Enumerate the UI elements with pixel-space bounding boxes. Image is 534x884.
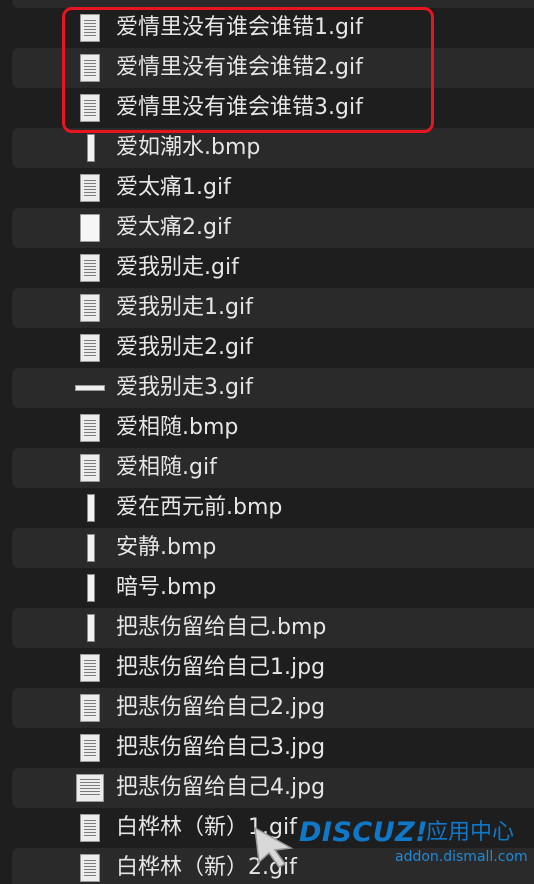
file-name: 爱我别走1.gif [116, 295, 253, 320]
file-thumbnail-icon [87, 614, 95, 642]
file-thumbnail-icon [80, 174, 100, 202]
file-name: 把悲伤留给自己2.jpg [116, 695, 326, 720]
file-thumbnail-icon [87, 134, 95, 162]
file-thumbnail-icon [80, 254, 100, 282]
file-name: 爱相随.gif [116, 455, 217, 480]
file-thumbnail-icon [80, 334, 100, 362]
file-thumbnail-icon [87, 534, 95, 562]
file-name: 爱太痛2.gif [116, 215, 231, 240]
file-thumbnail-icon [80, 654, 100, 682]
file-thumbnail-icon [87, 494, 95, 522]
file-name: 安静.bmp [116, 535, 217, 560]
file-name: 爱如潮水.bmp [116, 135, 261, 160]
file-thumbnail-icon [76, 774, 104, 802]
file-thumbnail-icon [80, 294, 100, 322]
file-name: 爱我别走2.gif [116, 335, 253, 360]
file-name: 把悲伤留给自己1.jpg [116, 655, 326, 680]
file-name: 爱太痛1.gif [116, 175, 231, 200]
watermark-url: addon.dismall.com [395, 849, 528, 865]
file-name: 把悲伤留给自己.bmp [116, 615, 327, 640]
file-name: 把悲伤留给自己3.jpg [116, 735, 326, 760]
file-name: 爱相随.bmp [116, 415, 239, 440]
watermark-brand: DISCUZ! [299, 817, 429, 848]
cursor-arrow-icon [254, 826, 294, 868]
file-name: 爱在西元前.bmp [116, 495, 283, 520]
file-name: 爱我别走3.gif [116, 375, 253, 400]
watermark: DISCUZ! 应用中心 addon.dismall.com [243, 812, 534, 884]
file-thumbnail-icon [75, 385, 105, 391]
file-name: 暗号.bmp [116, 575, 217, 600]
file-thumbnail-icon [80, 414, 100, 442]
file-thumbnail-icon [80, 814, 100, 842]
file-thumbnail-icon [80, 734, 100, 762]
file-thumbnail-icon [80, 214, 100, 242]
file-thumbnail-icon [80, 694, 100, 722]
file-name: 爱我别走.gif [116, 255, 239, 280]
file-thumbnail-icon [80, 854, 100, 882]
file-thumbnail-icon [80, 454, 100, 482]
watermark-center-label: 应用中心 [426, 820, 515, 845]
file-thumbnail-icon [87, 574, 95, 602]
file-name: 把悲伤留给自己4.jpg [116, 775, 326, 800]
highlight-box [62, 7, 434, 133]
